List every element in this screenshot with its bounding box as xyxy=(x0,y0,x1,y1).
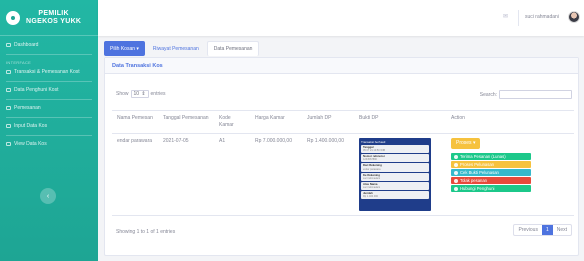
user-name[interactable]: suci rahmadani xyxy=(525,14,559,20)
tolak-pesanan-button[interactable]: Tolak pesanan xyxy=(451,177,531,184)
column-header-bukti-dp[interactable]: Bukti DP xyxy=(354,110,446,134)
cell-harga: Rp 7.000.000,00 xyxy=(250,133,302,216)
column-header-kode-kamar[interactable]: Kode Kamar xyxy=(214,110,250,134)
sidebar-divider xyxy=(6,54,92,55)
entries-select[interactable]: 10 ⇕ xyxy=(130,90,149,98)
sidebar-item-input-data-kos[interactable]: Input Data Kos xyxy=(0,123,98,130)
topbar: ✉ suci rahmadani xyxy=(98,0,584,36)
tab-data-pemesanan[interactable]: Data Pemesanan xyxy=(206,41,260,56)
brand-logo-icon xyxy=(6,10,20,25)
cell-action: Proses ▾ Terima Pesanan (Lunas) Proses P… xyxy=(446,133,574,216)
sidebar-divider xyxy=(6,135,92,136)
tab-bar: Pilih Kosan ▾ Riwayat Pemesanan Data Pem… xyxy=(104,41,260,56)
show-label: Show xyxy=(116,91,129,97)
table-info: Showing 1 to 1 of 1 entries xyxy=(116,229,176,235)
column-header-harga[interactable]: Harga Kamar xyxy=(250,110,302,134)
search-control: Search: xyxy=(480,90,572,99)
receipt-row: Tanggal 05 07 21 10:50 WIB xyxy=(361,145,429,154)
sort-updown-icon: ⇕ xyxy=(141,91,146,97)
terima-pesanan-button[interactable]: Terima Pesanan (Lunas) xyxy=(451,153,531,160)
pilih-kosan-dropdown[interactable]: Pilih Kosan ▾ xyxy=(104,41,145,56)
column-header-action[interactable]: Action xyxy=(446,110,574,134)
sidebar-item-label: Data Penghuni Kost xyxy=(14,87,59,93)
previous-page-button[interactable]: Previous xyxy=(514,225,541,235)
hubungi-penghuni-button[interactable]: Hubungi Penghuni xyxy=(451,185,531,192)
users-icon xyxy=(6,88,11,92)
money-icon xyxy=(454,162,458,167)
cell-tanggal: 2021-07-05 xyxy=(158,133,214,216)
proses-pelunasan-button[interactable]: Proses Pelunasan xyxy=(451,161,531,168)
entries-control: Show 10 ⇕ entries xyxy=(116,90,166,98)
column-header-tanggal[interactable]: Tanggal Pemesanan xyxy=(158,110,214,134)
proses-dropdown-button[interactable]: Proses ▾ xyxy=(451,138,481,149)
avatar[interactable] xyxy=(568,11,580,23)
data-transaksi-card: Data Transaksi Kos Show 10 ⇕ entries Sea… xyxy=(104,57,579,256)
page-1-button[interactable]: 1 xyxy=(541,225,553,235)
orders-icon xyxy=(6,106,11,110)
receipt-row: Dari Rekening endar parawara xyxy=(361,163,429,172)
chevron-left-icon: ‹ xyxy=(46,192,50,200)
sidebar: PEMILIK NGEKOS YUKK Dashboard INTERFACE … xyxy=(0,0,98,261)
dashboard-icon xyxy=(6,43,11,47)
sidebar-divider xyxy=(6,81,92,82)
entries-value: 10 xyxy=(133,91,140,97)
brand-text: PEMILIK NGEKOS YUKK xyxy=(26,10,81,26)
sidebar-item-label: Dashboard xyxy=(14,42,39,48)
bukti-dp-image[interactable]: Transaksi berhasil Tanggal 05 07 21 10:50… xyxy=(359,138,431,211)
receipt-row: Jumlah Rp 1.400.000 xyxy=(361,191,429,200)
brand-line-1: PEMILIK xyxy=(38,9,69,17)
cell-nama: endar parawara xyxy=(112,133,158,216)
tab-riwayat-pemesanan[interactable]: Riwayat Pemesanan xyxy=(147,41,205,56)
envelope-icon[interactable]: ✉ xyxy=(503,14,509,20)
close-icon xyxy=(454,178,458,183)
next-page-button[interactable]: Next xyxy=(553,225,571,235)
transaction-icon xyxy=(6,70,11,74)
search-label: Search: xyxy=(479,91,497,98)
sidebar-item-label: Transaksi & Pemesanan Kost xyxy=(14,69,80,75)
view-icon xyxy=(6,142,11,146)
sidebar-toggle-button[interactable]: ‹ xyxy=(40,188,56,204)
cell-kode: A1 xyxy=(214,133,250,216)
receipt-row: Atas Nama suci rahmadani xyxy=(361,181,429,191)
cell-dp: Rp 1.400.000,00 xyxy=(302,133,354,216)
sidebar-item-label: View Data Kos xyxy=(14,141,47,147)
entries-label: entries xyxy=(150,91,166,97)
receipt-title: Transaksi berhasil xyxy=(361,140,386,144)
search-input[interactable] xyxy=(499,90,572,99)
phone-icon xyxy=(454,186,458,191)
brand-line-2: NGEKOS YUKK xyxy=(26,17,82,25)
file-icon xyxy=(454,170,458,175)
sidebar-item-penghuni[interactable]: Data Penghuni Kost xyxy=(0,87,98,94)
card-title: Data Transaksi Kos xyxy=(105,58,578,74)
cell-bukti-dp: Transaksi berhasil Tanggal 05 07 21 10:50… xyxy=(354,133,446,216)
receipt-row: Nomor referensi 1234567890 xyxy=(361,154,429,163)
table-header-row: Nama Pemesan Tanggal Pemesanan Kode Kama… xyxy=(112,110,574,134)
topbar-divider xyxy=(518,10,519,26)
table-row: endar parawara 2021-07-05 A1 Rp 7.000.00… xyxy=(112,133,574,216)
sidebar-item-transaksi[interactable]: Transaksi & Pemesanan Kost xyxy=(0,69,98,76)
sidebar-item-view-data-kos[interactable]: View Data Kos xyxy=(0,141,98,148)
input-icon xyxy=(6,124,11,128)
check-icon xyxy=(454,154,458,159)
pagination: Previous 1 Next xyxy=(513,224,572,236)
column-header-nama-pemesan[interactable]: Nama Pemesan xyxy=(112,110,158,134)
sidebar-divider xyxy=(6,117,92,118)
receipt-row: Ke Rekening suci rahmadani xyxy=(361,172,429,181)
brand[interactable]: PEMILIK NGEKOS YUKK xyxy=(0,0,98,36)
transaksi-table: Nama Pemesan Tanggal Pemesanan Kode Kama… xyxy=(112,110,574,216)
sidebar-item-label: Pemesanan xyxy=(14,105,41,111)
sidebar-item-pemesanan[interactable]: Pemesanan xyxy=(0,105,98,112)
sidebar-item-label: Input Data Kos xyxy=(14,123,48,129)
column-header-jumlah-dp[interactable]: Jumlah DP xyxy=(302,110,354,134)
sidebar-divider xyxy=(6,99,92,100)
sidebar-item-dashboard[interactable]: Dashboard xyxy=(0,42,98,49)
cek-bukti-button[interactable]: Cek Bukti Pelunasan xyxy=(451,169,531,176)
